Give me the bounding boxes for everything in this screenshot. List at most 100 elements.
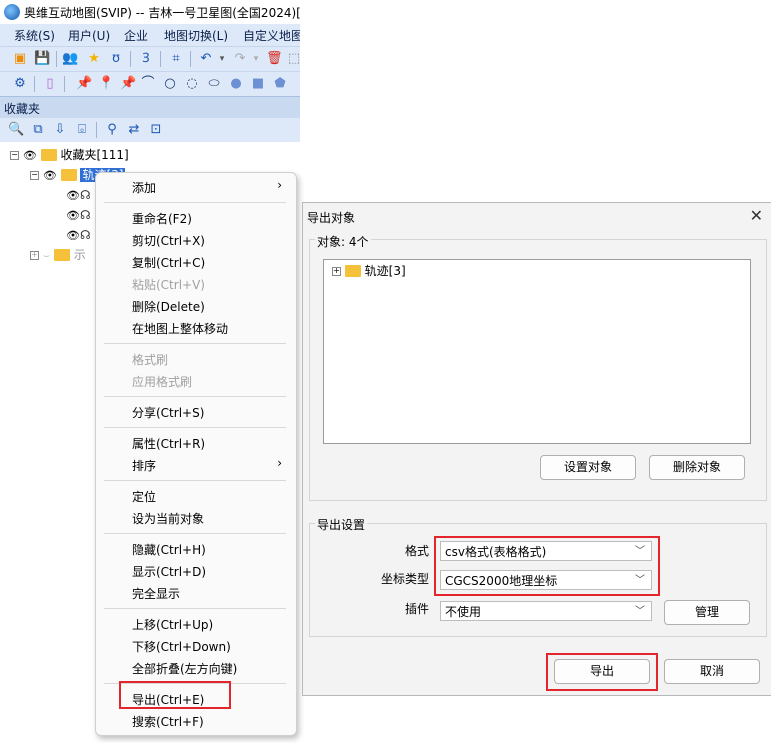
menu-item-format-brush[interactable]: 格式刷 [132, 351, 168, 368]
objects-tree-list[interactable]: + 轨迹[3] [323, 259, 751, 444]
track-line-icon: ☊ [79, 208, 91, 222]
menu-item-locate[interactable]: 定位 [132, 488, 156, 505]
menu-separator [104, 480, 286, 481]
menu-item-delete[interactable]: 删除(Delete) [132, 298, 205, 315]
menu-custom-map[interactable]: 自定义地图 [243, 27, 300, 44]
eye-hidden-icon[interactable]: ⌣ [43, 247, 50, 265]
pin-yellow-icon[interactable]: 📌 [76, 76, 92, 92]
menu-item-hide[interactable]: 隐藏(Ctrl+H) [132, 541, 206, 558]
polyline-icon[interactable]: ⌒ [140, 76, 156, 92]
tree-other-label: 示 [73, 248, 86, 262]
menu-item-set-current[interactable]: 设为当前对象 [132, 510, 204, 527]
expand-icon[interactable]: + [30, 251, 39, 260]
set-objects-button[interactable]: 设置对象 [540, 455, 636, 480]
tree-root-node[interactable]: − 👁 收藏夹[111] [10, 146, 129, 164]
cancel-button[interactable]: 取消 [664, 659, 760, 684]
copy-icon[interactable]: ⧉ [30, 122, 46, 138]
track-line-icon: ☊ [79, 188, 91, 202]
new-folder-icon[interactable]: ▣ [12, 51, 28, 67]
menu-item-copy[interactable]: 复制(Ctrl+C) [132, 254, 205, 271]
menu-separator [104, 608, 286, 609]
save-icon[interactable]: 💾 [34, 51, 50, 67]
menu-item-show-all[interactable]: 完全显示 [132, 585, 180, 602]
redo-icon[interactable]: ↷ [232, 51, 248, 67]
import-icon[interactable]: ⇩ [52, 122, 68, 138]
menu-user[interactable]: 用户(U) [68, 27, 110, 44]
object-tree-item[interactable]: + 轨迹[3] [332, 262, 406, 280]
menu-item-share[interactable]: 分享(Ctrl+S) [132, 404, 204, 421]
menu-item-move-down[interactable]: 下移(Ctrl+Down) [132, 638, 231, 655]
track-line-icon: ☊ [79, 228, 91, 242]
search-icon[interactable]: 🔍 [8, 122, 24, 138]
menu-enterprise[interactable]: 企业 [124, 27, 148, 44]
menu-item-add[interactable]: 添加 [132, 179, 156, 196]
link-icon[interactable]: ʊ [108, 51, 124, 67]
select-box-icon[interactable]: ⬚ [286, 51, 300, 67]
plugin-select[interactable]: 不使用 ﹀ [440, 601, 652, 621]
export-dialog: 导出对象 ✕ 对象: 4个 + 轨迹[3] 设置对象 删除对象 导出设置 格式 … [302, 202, 771, 696]
chevron-down-icon: ﹀ [635, 606, 645, 617]
app-logo-icon [4, 4, 20, 20]
eye-icon[interactable]: 👁 [23, 147, 37, 165]
filter-icon[interactable]: ⊡ [148, 122, 164, 138]
tree-track-item[interactable]: 👁☊ [66, 206, 91, 224]
document-icon[interactable]: ▯ [42, 76, 58, 92]
folder-icon [344, 264, 361, 277]
menu-item-apply-format-brush[interactable]: 应用格式刷 [132, 373, 192, 390]
users-icon[interactable]: 👥 [62, 51, 78, 67]
tree-track-item[interactable]: 👁☊ [66, 226, 91, 244]
eye-icon[interactable]: 👁 [66, 227, 80, 245]
favorites-toolbar: 🔍 ⧉ ⇩ ⌻ ⚲ ⇄ ⊡ [0, 118, 300, 142]
sort-icon[interactable]: ⇄ [126, 122, 142, 138]
undo-icon[interactable]: ↶ [198, 51, 214, 67]
tree-track-item[interactable]: 👁☊ [66, 186, 91, 204]
coord-type-label: 坐标类型 [381, 572, 430, 586]
toolbar-draw: ⚙ ▯ 📌 📍 📌 ⌒ ○ ◌ ⬭ ● ■ ⬟ [0, 71, 300, 96]
tree-other-node[interactable]: + ⌣ 示 [30, 246, 86, 264]
menu-item-move-on-map[interactable]: 在地图上整体移动 [132, 320, 228, 337]
menu-item-properties[interactable]: 属性(Ctrl+R) [132, 435, 205, 452]
filled-circle-icon[interactable]: ● [228, 76, 244, 92]
menu-item-show[interactable]: 显示(Ctrl+D) [132, 563, 206, 580]
redo-dropdown-icon[interactable]: ▾ [248, 51, 264, 67]
crop-icon[interactable]: ⌗ [168, 51, 184, 67]
map-3d-icon[interactable]: Ꝫ [138, 51, 154, 67]
menu-item-rename[interactable]: 重命名(F2) [132, 210, 192, 227]
tree-root-label: 收藏夹[111] [60, 148, 129, 162]
collapse-icon[interactable]: − [10, 151, 19, 160]
ellipse-icon[interactable]: ⬭ [206, 76, 222, 92]
collapse-icon[interactable]: − [30, 171, 39, 180]
scan-icon[interactable]: ⌻ [74, 122, 90, 138]
manage-button[interactable]: 管理 [664, 600, 750, 625]
eye-icon[interactable]: 👁 [66, 207, 80, 225]
menu-item-paste[interactable]: 粘贴(Ctrl+V) [132, 276, 205, 293]
menu-map-switch[interactable]: 地图切换(L) [164, 27, 228, 44]
rectangle-icon[interactable]: ■ [250, 76, 266, 92]
settings-icon[interactable]: ⚙ [12, 76, 28, 92]
polygon-icon[interactable]: ⬟ [272, 76, 288, 92]
objects-group-label: 对象: 4个 [315, 233, 371, 250]
toolbar-separator [64, 76, 65, 92]
arc-icon[interactable]: ◌ [184, 76, 200, 92]
object-tree-item-label: 轨迹[3] [364, 264, 406, 278]
menu-bar: 系统(S) 用户(U) 企业 地图切换(L) 自定义地图 [0, 24, 300, 46]
toolbar-separator [56, 51, 57, 67]
pin-blue-icon[interactable]: 📍 [98, 76, 114, 92]
locate-pin-icon[interactable]: ⚲ [104, 122, 120, 138]
delete-objects-button[interactable]: 删除对象 [649, 455, 745, 480]
delete-icon[interactable]: 🗑 [266, 51, 283, 67]
menu-item-search[interactable]: 搜索(Ctrl+F) [132, 713, 204, 730]
pin-green-icon[interactable]: 📌 [120, 76, 136, 92]
close-icon[interactable]: ✕ [750, 206, 763, 225]
circle-icon[interactable]: ○ [162, 76, 178, 92]
undo-dropdown-icon[interactable]: ▾ [214, 51, 230, 67]
eye-icon[interactable]: 👁 [66, 187, 80, 205]
menu-item-cut[interactable]: 剪切(Ctrl+X) [132, 232, 205, 249]
menu-system[interactable]: 系统(S) [14, 27, 55, 44]
menu-item-collapse-all[interactable]: 全部折叠(左方向键) [132, 660, 237, 677]
menu-item-move-up[interactable]: 上移(Ctrl+Up) [132, 616, 213, 633]
star-icon[interactable]: ★ [86, 51, 102, 67]
eye-icon[interactable]: 👁 [43, 167, 57, 185]
menu-item-sort[interactable]: 排序 [132, 457, 156, 474]
expand-icon[interactable]: + [332, 267, 341, 276]
